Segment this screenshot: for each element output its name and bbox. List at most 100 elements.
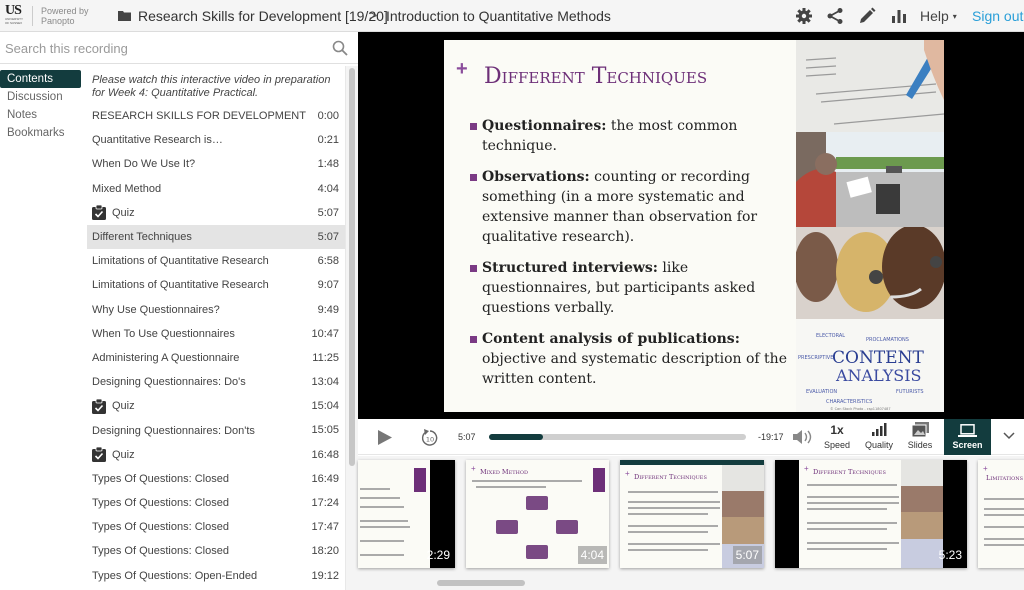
thumbnail-item[interactable]: + Different Techniques 5:23 <box>775 460 967 568</box>
slide-title: Different Techniques <box>484 64 708 89</box>
contents-list-item[interactable]: Designing Questionnaires: Do's 13:04 <box>87 370 345 394</box>
contents-list: Please watch this interactive video in p… <box>87 66 345 590</box>
thumbnail-time: 2:29 <box>426 548 450 562</box>
slide-bullet: Observations: counting or recording some… <box>470 167 800 247</box>
video-player[interactable]: + Different Techniques Questionnaires: t… <box>358 32 1024 419</box>
item-time: 6:58 <box>317 255 339 268</box>
thumbnail-item[interactable]: + Limitations o <box>978 460 1024 568</box>
contents-list-item[interactable]: Quantitative Research is… 0:21 <box>87 128 345 152</box>
item-title: Administering A Questionnaire <box>92 351 240 364</box>
item-title: Types Of Questions: Open-Ended <box>92 569 258 582</box>
share-icon[interactable] <box>826 7 844 25</box>
contents-list-item[interactable]: Mixed Method 4:04 <box>87 177 345 201</box>
tab-contents[interactable]: Contents <box>0 70 81 88</box>
sidebar-scrollbar[interactable] <box>345 66 358 590</box>
item-title: Designing Questionnaires: Don'ts <box>92 424 255 437</box>
gear-icon[interactable] <box>795 7 813 25</box>
session-description: Please watch this interactive video in p… <box>92 74 331 99</box>
sign-out-link[interactable]: Sign out <box>972 8 1023 24</box>
item-title: Quantitative Research is… <box>92 134 223 147</box>
thumbnail-time: 5:23 <box>938 548 962 562</box>
content-analysis-wordcloud: CONTENT ANALYSIS ELECTORAL PROCLAMATIONS P… <box>796 319 944 412</box>
svg-text:PROCLAMATIONS: PROCLAMATIONS <box>866 337 909 343</box>
university-logo[interactable]: US UNIVERSITY OF SUSSEX <box>5 4 27 27</box>
contents-list-item[interactable]: Designing Questionnaires: Don'ts 15:05 <box>87 418 345 442</box>
contents-list-item[interactable]: When To Use Questionnaires 10:47 <box>87 322 345 346</box>
item-title: Why Use Questionnaires? <box>92 303 220 316</box>
item-title: Types Of Questions: Closed <box>92 521 229 534</box>
contents-list-item[interactable]: Types Of Questions: Open-Ended 19:12 <box>87 564 345 588</box>
panopto-logo[interactable]: Powered by Panopto <box>41 6 89 26</box>
quiz-list-item[interactable]: Quiz 5:07 <box>87 201 345 225</box>
item-time: 9:49 <box>317 303 339 316</box>
item-title: Quiz <box>112 448 135 461</box>
thumbnail-title: Different Techniques <box>813 468 886 476</box>
slides-button[interactable]: Slides <box>904 419 936 455</box>
slides-label: Slides <box>907 440 933 450</box>
interview-photo <box>796 227 944 319</box>
contents-list-item[interactable]: Administering A Questionnaire 11:25 <box>87 346 345 370</box>
plus-decoration-icon: + <box>983 464 988 473</box>
contents-list-item[interactable]: When Do We Use It? 1:48 <box>87 152 345 176</box>
tab-notes[interactable]: Notes <box>0 106 84 124</box>
play-icon[interactable] <box>378 430 392 445</box>
item-time: 15:05 <box>311 424 339 437</box>
quiz-list-item[interactable]: Quiz 16:48 <box>87 443 345 467</box>
search-input[interactable] <box>5 38 325 58</box>
rewind-seconds-label: 10 <box>426 436 434 444</box>
sidebar-scrollbar-thumb[interactable] <box>349 68 355 466</box>
svg-text:PRESCRIPTIVE: PRESCRIPTIVE <box>798 355 833 361</box>
contents-list-item[interactable]: Types Of Questions: Closed 17:24 <box>87 491 345 515</box>
rewind-10-icon[interactable]: 10 <box>420 428 440 448</box>
speed-label: Speed <box>823 440 851 450</box>
item-time: 5:07 <box>317 206 339 219</box>
contents-list-item[interactable]: Types Of Questions: Closed 16:49 <box>87 467 345 491</box>
bullet-heading: Content analysis of publications: <box>482 331 740 347</box>
svg-text:FUTURISTS: FUTURISTS <box>896 389 924 395</box>
thumbnail-item[interactable]: 2:29 <box>358 460 455 568</box>
bullet-heading: Questionnaires: <box>482 118 607 134</box>
quiz-list-item[interactable]: Quiz 15:04 <box>87 394 345 418</box>
contents-list-item[interactable]: Limitations of Quantitative Research 6:58 <box>87 249 345 273</box>
volume-icon[interactable] <box>793 430 813 444</box>
thumbnail-item[interactable]: + Mixed Method 4:04 <box>466 460 609 568</box>
item-title: Types Of Questions: Closed <box>92 497 229 510</box>
player-controls: 10 5:07 -19:17 1x Speed Quality Slides S… <box>358 419 1024 455</box>
contents-list-item[interactable]: Types Of Questions: Closed 17:47 <box>87 515 345 539</box>
tab-bookmarks[interactable]: Bookmarks <box>0 124 84 142</box>
observation-photo <box>796 132 944 227</box>
contents-list-item[interactable]: Why Use Questionnaires? 9:49 <box>87 298 345 322</box>
thumbnail-scrollbar-thumb[interactable] <box>437 580 525 586</box>
tab-discussion[interactable]: Discussion <box>0 88 84 106</box>
thumbnail-slide: + Different Techniques <box>799 460 943 568</box>
item-time: 16:48 <box>311 448 339 461</box>
questionnaire-photo <box>796 40 944 132</box>
item-time: 11:25 <box>312 351 339 364</box>
plus-decoration-icon: + <box>471 464 476 473</box>
thumbnail-strip: 2:29 + Mixed Method 4:04 + Different Tec… <box>358 456 1024 590</box>
progress-fill[interactable] <box>489 434 543 440</box>
breadcrumb-folder[interactable]: Research Skills for Development [19/20] <box>138 8 388 24</box>
help-menu[interactable]: Help ▾ <box>920 8 957 24</box>
chevron-down-icon[interactable] <box>1003 432 1015 440</box>
progress-bar[interactable] <box>489 434 746 440</box>
contents-list-item[interactable]: RESEARCH SKILLS FOR DEVELOPMENT 0:00 <box>87 104 345 128</box>
wordcloud-word-content: CONTENT <box>832 348 924 368</box>
contents-list-item[interactable]: Limitations of Quantitative Research 9:07 <box>87 273 345 297</box>
quality-label: Quality <box>864 440 893 450</box>
contents-list-item[interactable]: Types Of Questions: Closed 18:20 <box>87 539 345 563</box>
thumbnail-item-active[interactable]: + Different Techniques 5:07 <box>620 460 764 568</box>
screen-button[interactable]: Screen <box>944 419 991 455</box>
contents-list-item[interactable]: Different Techniques 5:07 <box>87 224 345 250</box>
signal-bars-icon <box>872 423 887 436</box>
speed-button[interactable]: 1x Speed <box>820 419 854 455</box>
quality-button[interactable]: Quality <box>861 419 897 455</box>
item-title: Quiz <box>112 206 135 219</box>
stats-icon[interactable] <box>890 7 908 25</box>
clipboard-check-icon <box>92 205 106 221</box>
item-time: 16:49 <box>311 472 339 485</box>
clipboard-check-icon <box>92 447 106 463</box>
pencil-icon[interactable] <box>858 7 876 25</box>
thumbnail-title: Mixed Method <box>480 468 529 476</box>
search-icon[interactable] <box>332 40 348 56</box>
